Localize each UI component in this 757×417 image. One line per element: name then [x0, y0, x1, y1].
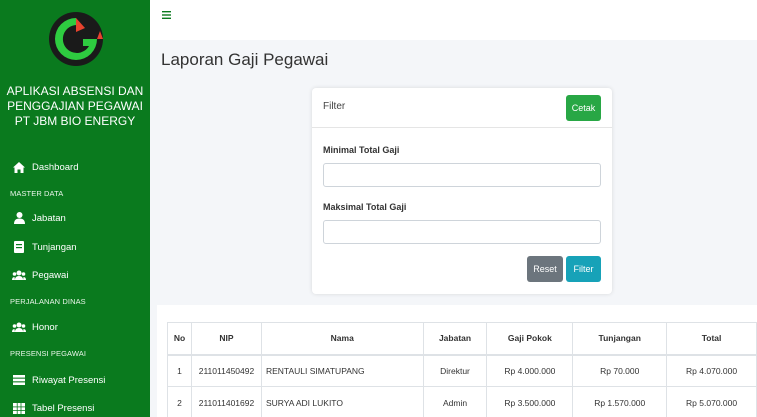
col-header-jabatan[interactable]: Jabatan	[422, 322, 488, 356]
filter-card: Filter Cetak Minimal Total Gaji Maksimal…	[312, 88, 612, 294]
brand-line-2: PENGGAJIAN PEGAWAI	[7, 99, 143, 113]
col-header-no[interactable]: No	[167, 322, 192, 356]
reset-button[interactable]: Reset	[527, 256, 563, 282]
col-header-nama[interactable]: Nama	[260, 322, 424, 356]
brand-line-1: APLIKASI ABSENSI DAN	[6, 84, 144, 98]
cell-gaji-pokok: Rp 4.000.000	[486, 354, 574, 387]
sidebar-section-perjalanan-dinas: PERJALANAN DINAS	[10, 297, 86, 306]
cell-nip: 211011401692	[190, 386, 262, 417]
min-total-gaji-input[interactable]	[323, 163, 601, 187]
cetak-button[interactable]: Cetak	[566, 95, 601, 121]
sidebar-item-jabatan[interactable]: Jabatan	[0, 207, 150, 229]
col-header-total[interactable]: Total	[666, 322, 757, 356]
sidebar: APLIKASI ABSENSI DAN PENGGAJIAN PEGAWAI …	[0, 0, 150, 417]
company-logo	[49, 12, 103, 66]
user-tie-icon	[12, 212, 26, 224]
max-total-gaji-label: Maksimal Total Gaji	[323, 202, 407, 212]
sidebar-item-riwayat-presensi[interactable]: Riwayat Presensi	[0, 369, 150, 391]
max-total-gaji-input[interactable]	[323, 220, 601, 244]
table-row: 1 211011450492 RENTAULI SIMATUPANG Direk…	[167, 354, 757, 387]
cell-gaji-pokok: Rp 3.500.000	[486, 386, 574, 417]
cell-nama: RENTAULI SIMATUPANG	[260, 354, 424, 387]
cell-tunjangan: Rp 1.570.000	[572, 386, 668, 417]
cell-total: Rp 4.070.000	[666, 354, 757, 387]
sidebar-item-honor[interactable]: Honor	[0, 316, 150, 338]
topbar	[150, 0, 757, 40]
sidebar-item-label: Pegawai	[32, 269, 69, 281]
sidebar-item-tabel-presensi[interactable]: Tabel Presensi	[0, 397, 150, 417]
page-title: Laporan Gaji Pegawai	[161, 50, 329, 69]
sidebar-section-presensi-pegawai: PRESENSI PEGAWAI	[10, 349, 87, 358]
cell-no: 1	[167, 354, 192, 387]
users-icon	[12, 322, 26, 332]
sidebar-item-tunjangan[interactable]: Tunjangan	[0, 236, 150, 258]
filter-card-title: Filter	[323, 101, 346, 112]
sidebar-item-label: Honor	[32, 321, 58, 333]
sidebar-item-label: Tunjangan	[32, 241, 77, 253]
cell-jabatan: Admin	[422, 386, 488, 417]
users-icon	[12, 270, 26, 280]
sidebar-item-label: Dashboard	[32, 161, 79, 173]
brand-line-3: PT JBM BIO ENERGY	[14, 114, 136, 128]
cell-no: 2	[167, 386, 192, 417]
filter-button[interactable]: Filter	[566, 256, 601, 282]
sidebar-item-dashboard[interactable]: Dashboard	[0, 156, 150, 178]
col-header-tunjangan[interactable]: Tunjangan	[572, 322, 668, 356]
table-row: 2 211011401692 SURYA ADI LUKITO Admin Rp…	[167, 386, 757, 417]
home-icon	[12, 161, 26, 173]
hamburger-icon[interactable]	[162, 8, 171, 22]
cell-total: Rp 5.070.000	[666, 386, 757, 417]
app-brand: APLIKASI ABSENSI DAN PENGGAJIAN PEGAWAI …	[0, 84, 150, 129]
filter-card-header: Filter Cetak	[312, 88, 612, 128]
sidebar-section-master-data: MASTER DATA	[10, 189, 64, 198]
book-icon	[12, 241, 26, 253]
min-total-gaji-label: Minimal Total Gaji	[323, 145, 400, 155]
col-header-nip[interactable]: NIP	[190, 322, 262, 356]
sidebar-item-label: Riwayat Presensi	[32, 374, 106, 386]
sidebar-item-label: Tabel Presensi	[32, 402, 95, 414]
sidebar-item-label: Jabatan	[32, 212, 66, 224]
cell-nama: SURYA ADI LUKITO	[260, 386, 424, 417]
salary-table-container: No NIP Nama Jabatan Gaji Pokok Tunjangan…	[157, 305, 757, 417]
cell-tunjangan: Rp 70.000	[572, 354, 668, 387]
sidebar-item-pegawai[interactable]: Pegawai	[0, 264, 150, 286]
salary-table: No NIP Nama Jabatan Gaji Pokok Tunjangan…	[167, 322, 757, 417]
cell-nip: 211011450492	[190, 354, 262, 387]
table-header-row: No NIP Nama Jabatan Gaji Pokok Tunjangan…	[167, 322, 757, 356]
col-header-gaji-pokok[interactable]: Gaji Pokok	[486, 322, 574, 356]
table-grid-icon	[12, 402, 26, 414]
table-list-icon	[12, 375, 26, 385]
cell-jabatan: Direktur	[422, 354, 488, 387]
